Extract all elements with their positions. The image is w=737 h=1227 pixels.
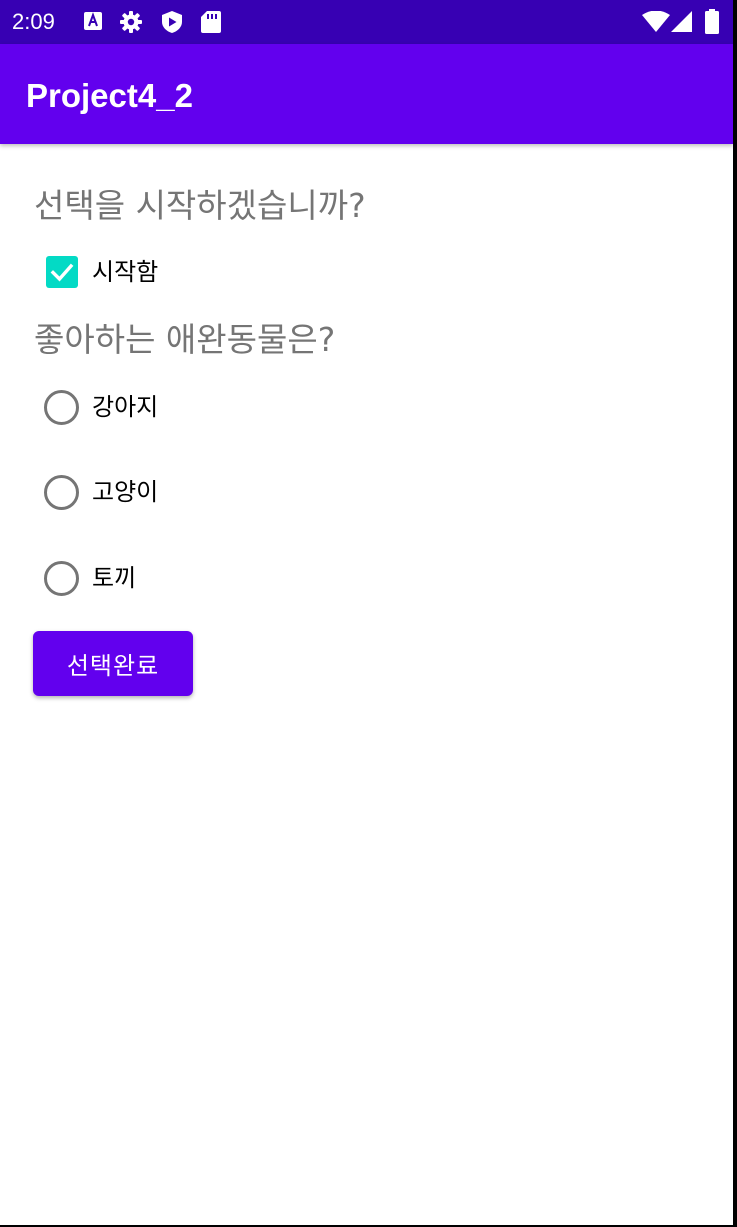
wifi-icon bbox=[642, 11, 670, 32]
radio-dog[interactable]: 강아지 bbox=[40, 383, 158, 431]
radio-rabbit-label: 토끼 bbox=[92, 564, 137, 592]
start-question: 선택을 시작하겠습니까? bbox=[34, 186, 366, 225]
checkbox-checked-icon[interactable] bbox=[46, 256, 78, 288]
settings-gear-icon bbox=[120, 11, 142, 33]
radio-unchecked-icon[interactable] bbox=[44, 474, 79, 510]
radio-rabbit[interactable]: 토끼 bbox=[40, 554, 136, 602]
status-bar: 2:09 bbox=[0, 0, 733, 44]
cell-signal-icon bbox=[671, 11, 692, 32]
start-checkbox-label: 시작함 bbox=[92, 258, 159, 286]
app-title: Project4_2 bbox=[26, 77, 193, 114]
radio-cat[interactable]: 고양이 bbox=[40, 468, 158, 516]
app-bar: Project4_2 bbox=[0, 44, 733, 144]
radio-unchecked-icon[interactable] bbox=[44, 389, 79, 425]
radio-cat-label: 고양이 bbox=[92, 478, 159, 506]
battery-icon bbox=[705, 9, 719, 34]
radio-dog-label: 강아지 bbox=[92, 393, 159, 421]
status-time: 2:09 bbox=[12, 9, 55, 34]
sd-card-icon bbox=[201, 11, 221, 33]
device-screen: 2:09 Project4_2 선택을 시작하겠습니까? 시작함 좋아하는 애완… bbox=[0, 0, 735, 1227]
accessibility-a-icon bbox=[84, 12, 102, 30]
radio-unchecked-icon[interactable] bbox=[44, 560, 79, 596]
play-protect-icon bbox=[162, 11, 182, 33]
start-checkbox[interactable]: 시작함 bbox=[40, 250, 158, 294]
selection-done-button[interactable]: 선택완료 bbox=[33, 631, 193, 696]
pet-question: 좋아하는 애완동물은? bbox=[34, 320, 336, 359]
